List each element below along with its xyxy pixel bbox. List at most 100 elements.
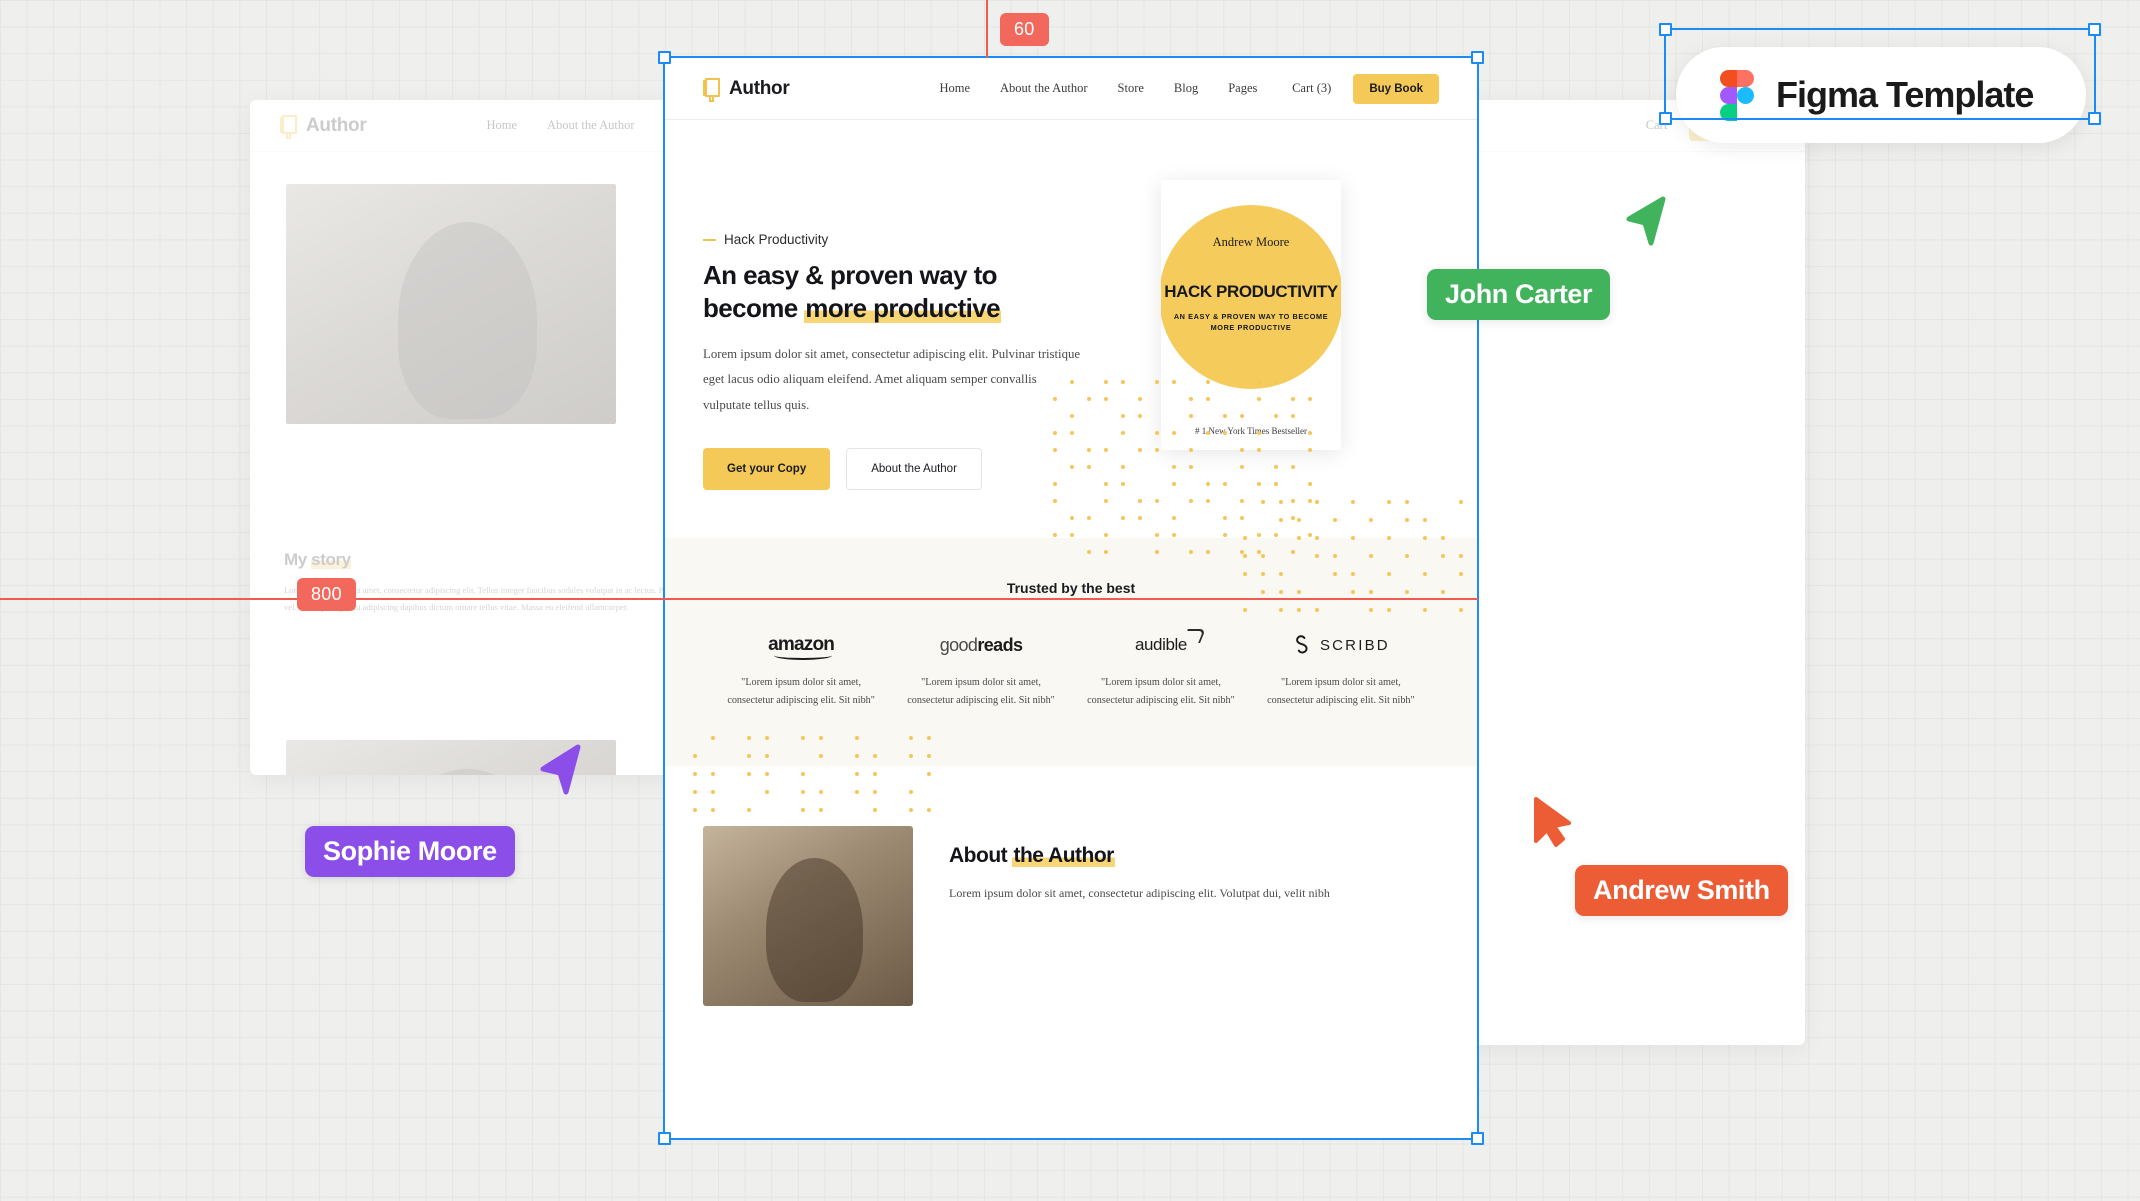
decorative-dot bbox=[1104, 482, 1108, 486]
about-author-photo bbox=[703, 826, 913, 1006]
buy-book-button[interactable]: Buy Book bbox=[1353, 73, 1439, 104]
decorative-dot bbox=[1308, 499, 1312, 503]
decorative-dot bbox=[1172, 482, 1176, 486]
decorative-dot bbox=[1138, 414, 1142, 418]
cart-link[interactable]: Cart (3) bbox=[1292, 81, 1331, 96]
scribd-quote: "Lorem ipsum dolor sit amet, consectetur… bbox=[1267, 677, 1415, 707]
decorative-dot bbox=[711, 790, 715, 794]
nav-item-store[interactable]: Store bbox=[1118, 81, 1144, 96]
nav-item-about[interactable]: About the Author bbox=[1000, 81, 1088, 96]
guide-line-horizontal-800 bbox=[0, 598, 1478, 600]
decorative-dot bbox=[1172, 533, 1176, 537]
measure-badge-60: 60 bbox=[1000, 13, 1049, 46]
hero-title-line2-plain: become bbox=[703, 293, 805, 324]
hero-eyebrow: Hack Productivity bbox=[703, 232, 1083, 247]
decorative-dot bbox=[1138, 499, 1142, 503]
decorative-dot bbox=[693, 808, 697, 812]
decorative-dot bbox=[1087, 516, 1091, 520]
figma-template-badge[interactable]: Figma Template bbox=[1676, 47, 2086, 143]
get-your-copy-button[interactable]: Get your Copy bbox=[703, 448, 831, 491]
decorative-dot bbox=[1279, 500, 1283, 504]
decorative-dot bbox=[1138, 516, 1142, 520]
trusted-section: Trusted by the best amazon "Lorem ipsum … bbox=[665, 538, 1477, 766]
decorative-dot bbox=[765, 790, 769, 794]
decorative-dot bbox=[1291, 499, 1295, 503]
decorative-dot bbox=[1291, 465, 1295, 469]
eyebrow-dash-icon bbox=[703, 238, 716, 241]
hero-eyebrow-label: Hack Productivity bbox=[724, 232, 829, 247]
about-title: About the Author bbox=[949, 844, 1439, 868]
hero-title-highlight: more productive bbox=[804, 293, 1002, 324]
logo-item-scribd: SCRIBD "Lorem ipsum dolor sit amet, cons… bbox=[1265, 630, 1417, 710]
decorative-dot bbox=[873, 808, 877, 812]
decorative-dot bbox=[1189, 465, 1193, 469]
scribd-wordmark: SCRIBD bbox=[1319, 636, 1390, 654]
amazon-smile-icon bbox=[774, 651, 833, 661]
decorative-dot bbox=[1274, 482, 1278, 486]
decorative-dot bbox=[1257, 482, 1261, 486]
bg-left-nav-about[interactable]: About the Author bbox=[547, 118, 635, 133]
book-icon bbox=[703, 77, 720, 102]
decorative-dot bbox=[1308, 482, 1312, 486]
book-subtitle: AN EASY & PROVEN WAY TO BECOME MORE PROD… bbox=[1173, 312, 1329, 332]
decorative-dot bbox=[693, 790, 697, 794]
decorative-dot bbox=[1423, 518, 1427, 522]
decorative-dot bbox=[1206, 499, 1210, 503]
nav-item-home[interactable]: Home bbox=[939, 81, 970, 96]
decorative-dot bbox=[1155, 448, 1159, 452]
bg-left-brand: Author bbox=[280, 114, 367, 139]
nav-item-blog[interactable]: Blog bbox=[1174, 81, 1198, 96]
figma-logo-icon bbox=[1720, 70, 1754, 121]
scribd-logo-icon bbox=[1296, 635, 1308, 654]
about-body: Lorem ipsum dolor sit amet, consectetur … bbox=[949, 886, 1330, 900]
book-bestseller-note: # 1 New York Times Bestseller bbox=[1194, 426, 1307, 436]
decorative-dot bbox=[1405, 518, 1409, 522]
decorative-dot bbox=[1274, 465, 1278, 469]
audible-swoosh-icon bbox=[1182, 629, 1206, 644]
decorative-dot bbox=[819, 790, 823, 794]
bg-left-brand-label: Author bbox=[306, 114, 367, 136]
decorative-dot bbox=[1104, 380, 1108, 384]
decorative-dot bbox=[1138, 397, 1142, 401]
bg-right-cart[interactable]: Cart bbox=[1646, 118, 1668, 133]
decorative-dot bbox=[801, 790, 805, 794]
logo-item-goodreads: goodreads "Lorem ipsum dolor sit amet, c… bbox=[905, 630, 1057, 710]
cursor-label-andrew-smith: Andrew Smith bbox=[1575, 865, 1788, 916]
bg-left-nav-home[interactable]: Home bbox=[486, 118, 517, 133]
decorative-dot bbox=[1315, 500, 1319, 504]
decorative-dot bbox=[1405, 500, 1409, 504]
site-brand-label: Author bbox=[729, 77, 790, 99]
decorative-dot bbox=[1121, 380, 1125, 384]
site-brand[interactable]: Author bbox=[703, 77, 790, 102]
decorative-dot bbox=[1155, 380, 1159, 384]
site-navbar: Author Home About the Author Store Blog … bbox=[665, 58, 1477, 120]
site-nav-links: Home About the Author Store Blog Pages bbox=[939, 81, 1257, 96]
book-title: HACK PRODUCTIVITY bbox=[1164, 282, 1338, 301]
decorative-dot bbox=[1104, 533, 1108, 537]
about-section: About the Author Lorem ipsum dolor sit a… bbox=[665, 736, 1477, 1006]
cursor-arrow-john-carter bbox=[1626, 196, 1666, 246]
about-the-author-button[interactable]: About the Author bbox=[846, 448, 982, 491]
decorative-dot bbox=[1070, 516, 1074, 520]
decorative-dot bbox=[1459, 500, 1463, 504]
hero-section: Hack Productivity An easy & proven way t… bbox=[665, 120, 1477, 612]
decorative-dot bbox=[1087, 465, 1091, 469]
decorative-dot bbox=[1121, 431, 1125, 435]
decorative-dot bbox=[711, 772, 715, 776]
decorative-dot bbox=[1121, 465, 1125, 469]
decorative-dot bbox=[1387, 500, 1391, 504]
decorative-dot bbox=[1257, 533, 1261, 537]
amazon-quote: "Lorem ipsum dolor sit amet, consectetur… bbox=[727, 677, 875, 707]
decorative-dot bbox=[873, 772, 877, 776]
decorative-dot bbox=[711, 808, 715, 812]
nav-item-pages[interactable]: Pages bbox=[1228, 81, 1257, 96]
decorative-dot bbox=[1121, 414, 1125, 418]
decorative-dot bbox=[873, 790, 877, 794]
hero-title: An easy & proven way to become more prod… bbox=[703, 259, 1083, 326]
decorative-dot bbox=[801, 808, 805, 812]
decorative-dot bbox=[1172, 516, 1176, 520]
decorative-dot bbox=[1155, 533, 1159, 537]
decorative-dot bbox=[1274, 533, 1278, 537]
decorative-dot bbox=[801, 772, 805, 776]
logo-item-amazon: amazon "Lorem ipsum dolor sit amet, cons… bbox=[725, 630, 877, 710]
